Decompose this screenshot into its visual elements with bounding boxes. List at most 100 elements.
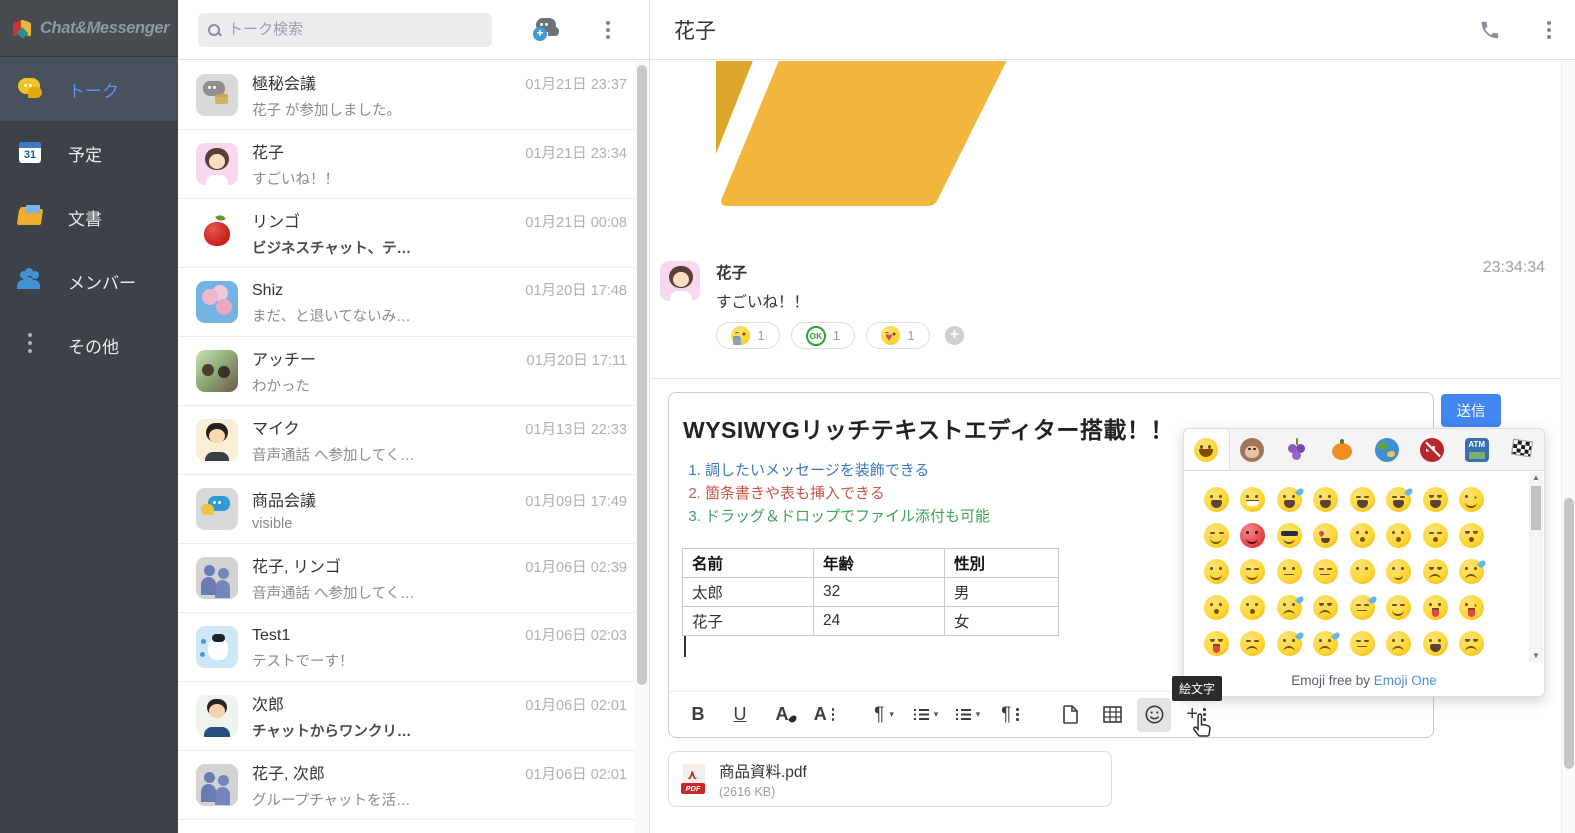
list-item[interactable]: 商品会議01月09日 17:49visible <box>178 475 635 544</box>
cold-sweat-emoji[interactable] <box>1271 631 1308 656</box>
paragraph-format-button[interactable]: ¶▾ <box>867 698 901 732</box>
table-header-cell[interactable]: 年齢 <box>814 549 945 578</box>
chat-list-scrollbar[interactable] <box>635 61 649 833</box>
call-button[interactable] <box>1479 19 1501 41</box>
kissing-closed-emoji[interactable] <box>1454 523 1491 548</box>
pensive-closed-emoji[interactable] <box>1344 631 1381 656</box>
sender-avatar[interactable] <box>660 261 700 301</box>
emoji-button[interactable] <box>1137 698 1171 732</box>
reaction-pill[interactable]: 1 <box>866 322 930 349</box>
font-style-button[interactable]: A <box>807 698 841 732</box>
send-button[interactable]: 送信 <box>1441 394 1501 427</box>
smiley-emoji[interactable] <box>1308 487 1345 512</box>
insert-table-button[interactable] <box>1095 698 1129 732</box>
kiss-heart-emoji[interactable] <box>1344 523 1381 548</box>
smile-emoji[interactable] <box>1344 487 1381 512</box>
ordered-list-button[interactable]: ▾ <box>909 698 943 732</box>
tongue-emoji[interactable] <box>1417 595 1454 620</box>
conversation-scrollbar[interactable] <box>1561 61 1575 833</box>
scrollbar-thumb[interactable] <box>1531 486 1541 530</box>
font-color-button[interactable]: A <box>765 698 799 732</box>
paragraph-more-button[interactable]: ¶ <box>993 698 1027 732</box>
disappointed-relieved-emoji[interactable] <box>1454 559 1491 584</box>
table-cell[interactable]: 女 <box>945 607 1059 636</box>
imp-emoji[interactable] <box>1235 523 1272 548</box>
kissing-emoji[interactable] <box>1381 523 1418 548</box>
search-input[interactable] <box>228 21 458 38</box>
table-cell[interactable]: 32 <box>814 578 945 607</box>
neutral-emoji[interactable] <box>1271 559 1308 584</box>
persevere-emoji[interactable] <box>1417 559 1454 584</box>
editor-list-item[interactable]: ドラッグ＆ドロップでファイル添付も可能 <box>705 505 990 528</box>
bullet-list-button[interactable]: ▾ <box>951 698 985 732</box>
pensive-emoji[interactable] <box>1235 631 1272 656</box>
blush-emoji[interactable] <box>1198 523 1235 548</box>
underline-button[interactable]: U <box>723 698 757 732</box>
sleeping-emoji[interactable] <box>1344 595 1381 620</box>
grinning-emoji[interactable] <box>1198 487 1235 512</box>
insert-file-button[interactable] <box>1053 698 1087 732</box>
hushed-emoji[interactable] <box>1235 595 1272 620</box>
heart-eyes-emoji[interactable] <box>1308 523 1345 548</box>
table-cell[interactable]: 24 <box>814 607 945 636</box>
editor-table[interactable]: 名前年齢性別 太郎32男花子24女 <box>682 548 1059 636</box>
emoji-tab-smiley[interactable] <box>1184 429 1230 470</box>
emoji-one-link[interactable]: Emoji One <box>1374 673 1437 688</box>
new-chat-button[interactable]: + <box>532 17 562 43</box>
list-item[interactable]: 花子01月21日 23:34すごいね！！ <box>178 130 635 199</box>
list-item[interactable]: 次郎01月06日 02:01チャットからワンクリ… <box>178 682 635 751</box>
table-header-cell[interactable]: 名前 <box>683 549 814 578</box>
list-item[interactable]: アッチー01月20日 17:11わかった <box>178 337 635 406</box>
list-item[interactable]: Shiz01月20日 17:48まだ、と退いてないみ… <box>178 268 635 337</box>
list-item[interactable]: Test101月06日 02:03テストでーす！ <box>178 613 635 682</box>
sidebar-item-document[interactable]: 文書 <box>0 185 178 249</box>
emoji-tab-mute[interactable] <box>1409 429 1454 470</box>
attachment-card[interactable]: ⋏PDF 商品資料.pdf (2616 KB) <box>668 751 1112 807</box>
reaction-pill[interactable]: OK1 <box>791 322 855 349</box>
list-item[interactable]: マイク01月13日 22:33音声通話 へ参加してく… <box>178 406 635 475</box>
sidebar-item-other[interactable]: その他 <box>0 313 178 377</box>
scroll-up-arrow[interactable]: ▲ <box>1529 472 1543 484</box>
table-cell[interactable]: 男 <box>945 578 1059 607</box>
table-cell[interactable]: 太郎 <box>683 578 814 607</box>
wink-emoji[interactable] <box>1454 487 1491 512</box>
add-reaction-button[interactable]: + <box>945 326 964 345</box>
sleepy-emoji[interactable] <box>1271 595 1308 620</box>
conversation-menu-button[interactable] <box>1547 28 1551 32</box>
editor-list-item[interactable]: 箇条書きや表も挿入できる <box>705 482 990 505</box>
open-mouth-emoji[interactable] <box>1198 595 1235 620</box>
tired-emoji[interactable] <box>1308 595 1345 620</box>
emoji-tab-pumpkin[interactable] <box>1320 429 1365 470</box>
list-item[interactable]: 極秘会議01月21日 23:37花子 が参加しました。 <box>178 61 635 130</box>
list-item[interactable]: 花子, 次郎01月06日 02:01グループチャットを活… <box>178 751 635 820</box>
emoji-tab-atm[interactable] <box>1454 429 1499 470</box>
confused-emoji[interactable] <box>1381 631 1418 656</box>
scrollbar-thumb[interactable] <box>1564 498 1574 769</box>
emoji-tab-flag[interactable] <box>1499 429 1544 470</box>
sidebar-item-members[interactable]: メンバー <box>0 249 178 313</box>
table-header-cell[interactable]: 性別 <box>945 549 1059 578</box>
list-item[interactable]: リンゴ01月21日 00:08ビジネスチャット、テ… <box>178 199 635 268</box>
bold-button[interactable]: B <box>681 698 715 732</box>
slight-smile-emoji[interactable] <box>1198 559 1235 584</box>
astonished-emoji[interactable] <box>1417 631 1454 656</box>
unamused-emoji[interactable] <box>1308 559 1345 584</box>
editor-heading[interactable]: WYSIWYGリッチテキストエディター搭載！！ <box>683 411 1174 445</box>
emoji-scrollbar[interactable]: ▲ ▼ <box>1529 472 1543 662</box>
scrollbar-thumb[interactable] <box>637 65 647 685</box>
editor-list-item[interactable]: 調したいメッセージを装飾できる <box>705 459 990 482</box>
search-box[interactable] <box>198 13 492 47</box>
smirk-emoji[interactable] <box>1381 559 1418 584</box>
sunglasses-emoji[interactable] <box>1271 523 1308 548</box>
no-mouth-emoji[interactable] <box>1344 559 1381 584</box>
grin-teeth-emoji[interactable] <box>1235 487 1272 512</box>
emoji-tab-grapes[interactable] <box>1275 429 1320 470</box>
joy-emoji[interactable] <box>1271 487 1308 512</box>
worried-sweat-emoji[interactable] <box>1308 631 1345 656</box>
sweat-smile-emoji[interactable] <box>1381 487 1418 512</box>
emoji-tab-globe[interactable] <box>1365 429 1410 470</box>
tongue-wink-emoji[interactable] <box>1454 595 1491 620</box>
relieved-emoji[interactable] <box>1381 595 1418 620</box>
kissing-smiling-emoji[interactable] <box>1417 523 1454 548</box>
reaction-pill[interactable]: 1 <box>716 322 780 349</box>
